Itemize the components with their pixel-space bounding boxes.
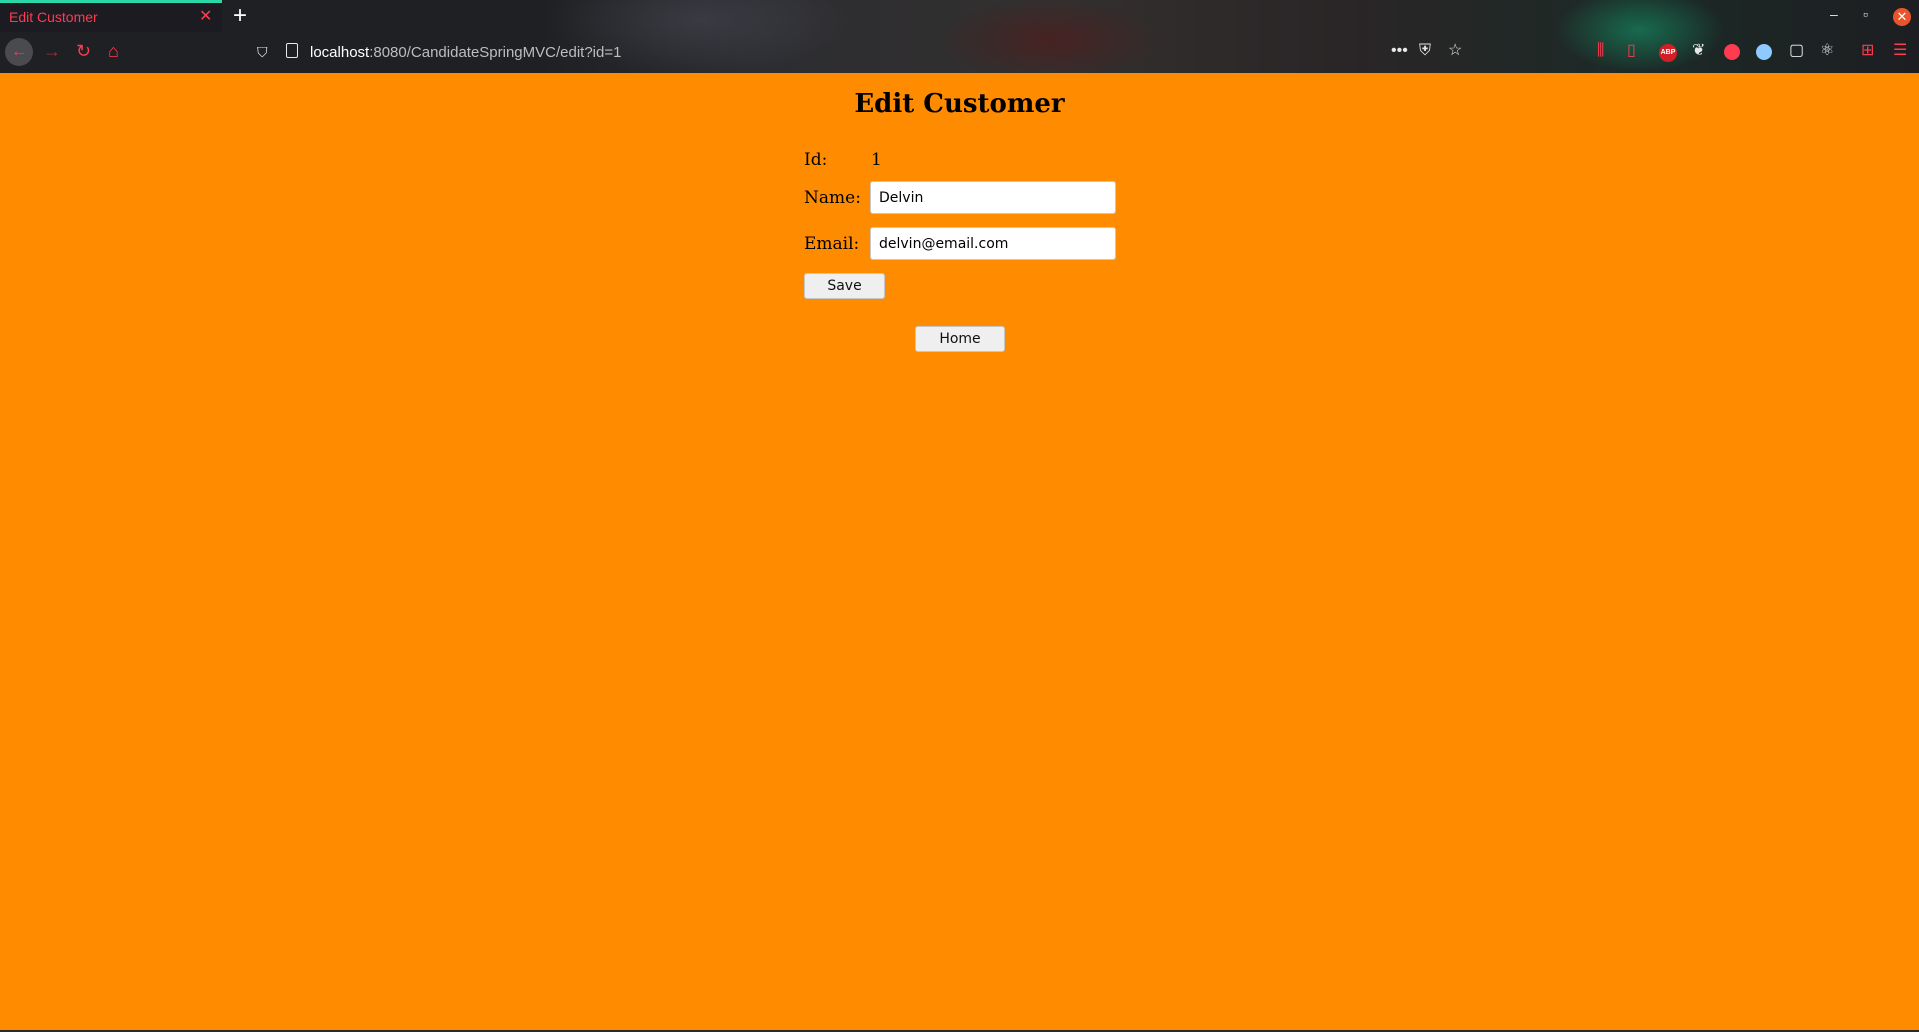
more-actions-icon[interactable]: ••• [1391,42,1408,60]
email-field[interactable] [870,227,1116,260]
new-tab-button[interactable]: + [233,3,247,29]
tab-title: Edit Customer [9,9,98,25]
back-button[interactable]: ← [5,38,33,66]
bookmark-star-icon[interactable]: ☆ [1448,42,1462,60]
tab-close-icon[interactable]: ✕ [199,8,212,26]
account-icon[interactable] [1724,44,1740,60]
extension-leaf-icon[interactable]: ❦ [1692,42,1705,60]
url-bar[interactable]: localhost:8080/CandidateSpringMVC/edit?i… [310,44,621,61]
adblock-icon[interactable]: ABP [1659,44,1677,62]
home-button[interactable]: Home [915,326,1005,352]
menu-icon[interactable]: ☰ [1893,42,1907,60]
email-label: Email: [804,234,860,254]
home-icon[interactable]: ⌂ [108,41,119,61]
page-title: Edit Customer [854,89,1065,119]
window-close-button[interactable]: ✕ [1893,8,1911,26]
id-label: Id: [804,150,828,170]
page-info-icon[interactable] [286,43,298,58]
sidebar-icon[interactable]: ▯ [1627,42,1636,60]
back-arrow-icon: ← [11,43,27,60]
browser-chrome: Edit Customer ✕ + – ▫ ✕ ← → ↻ ⌂ ⛉ localh… [0,0,1919,73]
library-icon[interactable]: ⫼ [1597,42,1604,60]
save-button[interactable]: Save [804,273,885,299]
gift-icon[interactable]: ⊞ [1861,42,1874,60]
url-host: localhost [310,44,370,61]
minimize-button[interactable]: – [1830,6,1838,22]
extension-box-icon[interactable]: ▢ [1789,42,1804,60]
pocket-icon[interactable]: ⛨ [1419,42,1431,60]
extension-globe-icon[interactable] [1756,44,1772,60]
browser-tab[interactable]: Edit Customer ✕ [0,0,222,32]
reload-icon[interactable]: ↻ [76,41,91,61]
react-devtools-icon[interactable]: ⚛ [1820,42,1834,60]
name-label: Name: [804,188,861,208]
forward-arrow-icon[interactable]: → [43,41,61,61]
restore-button[interactable]: ▫ [1863,6,1868,22]
url-path: :8080/CandidateSpringMVC/edit?id=1 [369,44,622,61]
name-field[interactable] [870,181,1116,214]
id-value: 1 [871,150,882,170]
tracking-shield-icon[interactable]: ⛉ [257,44,268,60]
